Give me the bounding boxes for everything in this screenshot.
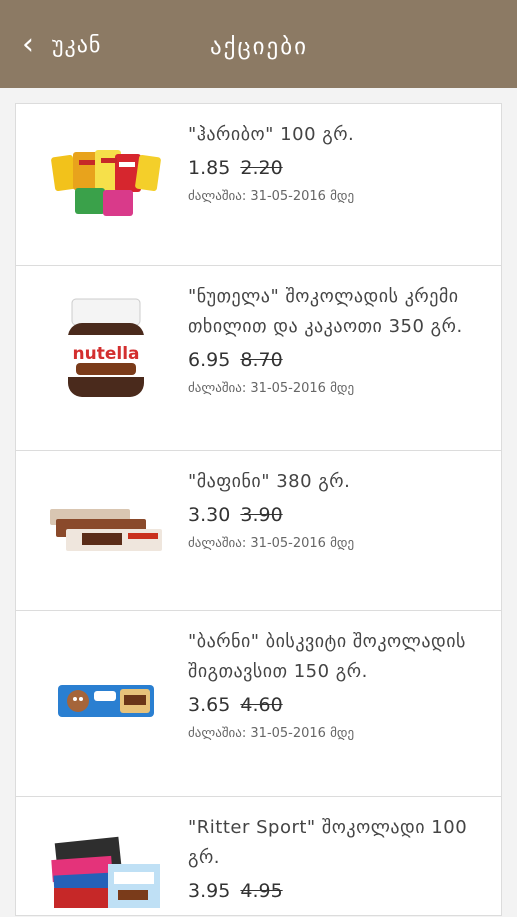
sale-price: 3.95 xyxy=(188,880,231,902)
nutella-brand-text: nutella xyxy=(73,344,140,364)
promotions-list: "ჰარიბო" 100 გრ. 1.85 2.20 ძალაშია: 31-0… xyxy=(15,103,502,916)
old-price: 8.70 xyxy=(240,349,283,371)
valid-until: ძალაშია: 31-05-2016 მდე xyxy=(188,189,355,204)
page-title: აქციები xyxy=(210,34,309,60)
old-price: 3.90 xyxy=(240,504,283,526)
list-item[interactable]: "Ritter Sport" შოკოლადი 100 გრ. 3.95 4.9… xyxy=(15,796,502,916)
muffin-packs-icon xyxy=(36,491,176,571)
list-item[interactable]: "ჰარიბო" 100 გრ. 1.85 2.20 ძალაშია: 31-0… xyxy=(15,103,502,265)
valid-until: ძალაშია: 31-05-2016 მდე xyxy=(188,726,355,741)
back-label: უკან xyxy=(52,32,102,58)
sale-price: 6.95 xyxy=(188,349,231,371)
list-item[interactable]: "ბარნი" ბისკვიტი შოკოლადის შიგთავსით 150… xyxy=(15,610,502,796)
product-name: "ნუთელა" შოკოლადის კრემი თხილით და კაკაო… xyxy=(188,286,463,337)
sale-price: 3.30 xyxy=(188,504,231,526)
valid-until: ძალაშია: 31-05-2016 მდე xyxy=(188,381,355,396)
haribo-bags-icon xyxy=(36,144,176,224)
list-item[interactable]: nutella "ნუთელა" შოკოლადის კრემი თხილით … xyxy=(15,265,502,450)
product-name: "მაფინი" 380 გრ. xyxy=(188,471,351,492)
app-header: ‹ უკან აქციები xyxy=(0,0,517,88)
product-name: "Ritter Sport" შოკოლადი 100 გრ. xyxy=(188,817,468,868)
barni-pack-icon xyxy=(36,661,176,741)
old-price: 2.20 xyxy=(240,157,283,179)
product-name: "ბარნი" ბისკვიტი შოკოლადის შიგთავსით 150… xyxy=(188,631,466,682)
valid-until: ძალაშია: 31-05-2016 მდე xyxy=(188,536,355,551)
old-price: 4.95 xyxy=(240,880,283,902)
sale-price: 3.65 xyxy=(188,694,231,716)
chevron-left-icon: ‹ xyxy=(22,27,34,62)
ritter-sport-icon xyxy=(36,827,176,917)
list-item[interactable]: "მაფინი" 380 გრ. 3.30 3.90 ძალაშია: 31-0… xyxy=(15,450,502,610)
product-name: "ჰარიბო" 100 გრ. xyxy=(188,124,355,145)
back-button[interactable]: ‹ უკან xyxy=(22,30,101,60)
old-price: 4.60 xyxy=(240,694,283,716)
nutella-jar-icon: nutella xyxy=(36,294,176,404)
sale-price: 1.85 xyxy=(188,157,231,179)
